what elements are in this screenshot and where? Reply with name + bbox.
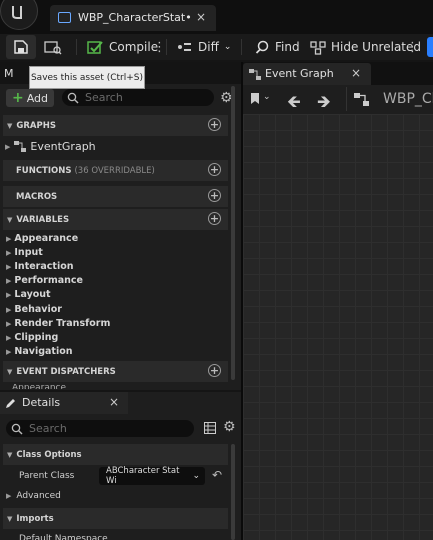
browse-folder-icon <box>44 41 62 55</box>
my-blueprint-scrollbar[interactable] <box>231 86 235 380</box>
section-macros-label: MACROS <box>16 191 58 202</box>
close-icon[interactable]: × <box>351 66 361 80</box>
graph-icon <box>249 69 261 80</box>
my-blueprint-tab-label[interactable]: M <box>4 67 14 80</box>
graph-canvas[interactable] <box>243 114 433 540</box>
section-variables[interactable]: ▼ VARIABLES + <box>3 209 228 230</box>
variable-category-layout[interactable]: ▶ Layout <box>6 289 51 300</box>
section-event-dispatchers[interactable]: ▼ EVENT DISPATCHERS + <box>3 361 228 382</box>
table-view-icon[interactable] <box>204 422 216 434</box>
variable-category-performance[interactable]: ▶ Performance <box>6 275 83 286</box>
bookmark-button[interactable]: ⌄ <box>250 92 271 105</box>
search-icon <box>67 92 79 103</box>
reset-arrow-icon[interactable]: ↶ <box>212 468 222 482</box>
add-dispatcher-icon[interactable]: + <box>208 364 221 377</box>
details-search[interactable]: Search <box>6 420 194 437</box>
section-variables-label: VARIABLES <box>16 214 70 225</box>
more-options-icon[interactable]: ⋮ <box>406 34 419 60</box>
search-placeholder: Search <box>85 91 123 104</box>
variable-category-interaction[interactable]: ▶ Interaction <box>6 261 74 272</box>
find-label: Find <box>275 40 300 54</box>
variable-category-behavior[interactable]: ▶ Behavior <box>6 304 62 315</box>
diff-icon <box>178 43 191 51</box>
hide-unrelated-icon <box>310 40 326 55</box>
compile-button[interactable]: Compile <box>87 34 158 60</box>
section-event-dispatchers-label: EVENT DISPATCHERS <box>16 366 116 377</box>
variable-category-navigation[interactable]: ▶ Navigation <box>6 346 73 357</box>
section-graphs[interactable]: ▼ GRAPHS + <box>3 115 228 136</box>
save-tooltip: Saves this asset (Ctrl+S) <box>29 66 145 89</box>
save-icon <box>14 40 28 54</box>
add-button[interactable]: + Add <box>6 89 54 107</box>
variable-category-input[interactable]: ▶ Input <box>6 247 43 258</box>
variable-category-clipping[interactable]: ▶ Clipping <box>6 332 58 343</box>
close-icon[interactable]: × <box>196 10 206 24</box>
class-options-label: Class Options <box>16 449 82 460</box>
default-namespace-label: Default Namespace <box>19 534 108 540</box>
save-button[interactable] <box>6 35 36 59</box>
compile-options-icon[interactable]: ⋮ <box>153 34 166 60</box>
chevron-down-icon: ⌄ <box>263 92 271 102</box>
details-scrollbar[interactable] <box>231 444 235 540</box>
class-options-header[interactable]: ▼ Class Options <box>3 444 228 465</box>
event-graph-tab[interactable]: Event Graph × <box>243 63 371 85</box>
diff-button[interactable]: Diff ⌄ <box>177 34 231 60</box>
search-icon <box>11 423 23 434</box>
partial-list-item: Appearance <box>12 384 67 389</box>
variable-category-render-transform[interactable]: ▶ Render Transform <box>6 318 110 329</box>
close-icon[interactable]: × <box>109 395 119 409</box>
widget-blueprint-icon <box>58 12 71 23</box>
search-icon <box>255 40 269 54</box>
diff-label: Diff <box>198 40 219 54</box>
browse-button[interactable] <box>44 34 62 60</box>
hide-unrelated-button[interactable]: Hide Unrelated <box>310 34 421 60</box>
chevron-down-icon: ⌄ <box>192 471 200 481</box>
add-function-icon[interactable]: + <box>208 163 221 176</box>
imports-header[interactable]: ▼ Imports <box>3 508 228 529</box>
document-tab[interactable]: WBP_CharacterStat• × <box>50 5 216 31</box>
breadcrumb[interactable]: WBP_Ch <box>383 91 433 107</box>
pencil-icon <box>6 399 15 408</box>
event-graph-tab-label: Event Graph <box>265 67 334 80</box>
my-blueprint-search[interactable]: Search <box>62 89 214 106</box>
play-button[interactable] <box>427 37 433 57</box>
section-graphs-label: GRAPHS <box>16 120 56 131</box>
imports-label: Imports <box>16 513 54 524</box>
document-tab-label: WBP_CharacterStat• <box>78 11 192 24</box>
advanced-label: Advanced <box>16 491 61 501</box>
section-functions-label: FUNCTIONS <box>16 165 72 176</box>
section-functions[interactable]: FUNCTIONS (36 OVERRIDABLE) + <box>3 160 228 181</box>
add-variable-icon[interactable]: + <box>208 212 221 225</box>
section-macros[interactable]: MACROS + <box>3 186 228 207</box>
graph-breadcrumb-icon <box>354 93 369 106</box>
advanced-row[interactable]: ▶ Advanced <box>6 491 61 501</box>
event-graph-label: EventGraph <box>30 140 96 153</box>
plus-icon: + <box>11 90 24 106</box>
parent-class-value: ABCharacter Stat Wi <box>106 466 180 486</box>
graph-icon <box>14 141 27 152</box>
details-tab[interactable]: Details × <box>0 392 128 414</box>
details-tab-label: Details <box>22 396 61 409</box>
parent-class-select[interactable]: ABCharacter Stat Wi ⌄ <box>99 466 205 486</box>
panel-splitter[interactable] <box>241 62 243 540</box>
compile-label: Compile <box>109 40 159 54</box>
add-label: Add <box>26 91 49 105</box>
nav-divider <box>346 87 347 111</box>
find-button[interactable]: Find <box>255 34 300 60</box>
functions-count: (36 OVERRIDABLE) <box>74 165 155 176</box>
chevron-down-icon: ⌄ <box>223 42 232 52</box>
settings-gear-icon[interactable]: ⚙ <box>223 419 236 435</box>
add-graph-icon[interactable]: + <box>208 118 221 131</box>
parent-class-label: Parent Class <box>19 471 75 481</box>
add-macro-icon[interactable]: + <box>208 189 221 202</box>
search-placeholder: Search <box>29 422 67 435</box>
bookmark-icon <box>251 93 259 104</box>
compile-check-icon <box>87 40 103 54</box>
event-graph-item[interactable]: ▶ EventGraph <box>5 140 96 153</box>
variable-category-appearance[interactable]: ▶ Appearance <box>6 233 78 244</box>
